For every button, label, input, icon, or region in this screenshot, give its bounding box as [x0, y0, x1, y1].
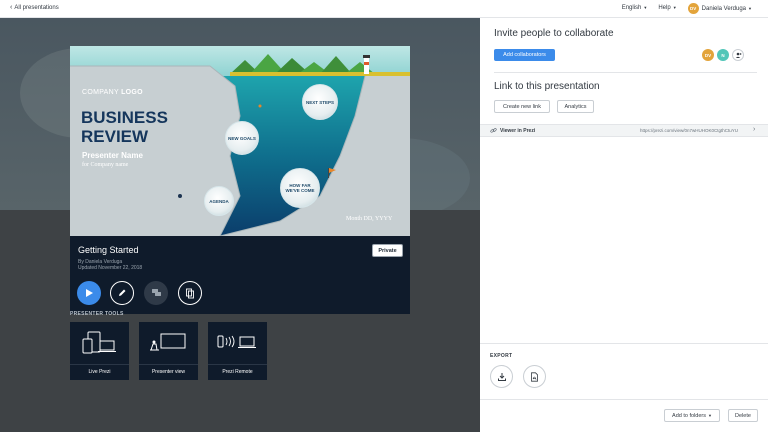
download-button[interactable]: [490, 365, 513, 388]
divider: [480, 343, 768, 344]
download-icon: [497, 372, 506, 381]
bubble-how-far-label: HOW FAR WE'VE COME: [285, 183, 314, 193]
add-to-folders-button[interactable]: Add to folders ▼: [664, 409, 720, 422]
slide-date: Month DD, YYYY: [346, 216, 393, 222]
user-avatar: DV: [687, 3, 699, 14]
presenter-view-icon: [150, 333, 186, 351]
bubble-new-goals: NEW GOALS: [225, 121, 259, 155]
pdf-icon: [531, 371, 538, 382]
presentation-updated: Updated November 22, 2018: [78, 265, 143, 271]
user-menu[interactable]: DV Daniela Verduga ▼: [687, 3, 752, 14]
presentation-title: Getting Started: [78, 245, 139, 255]
caret-down-icon: ▼: [707, 413, 712, 418]
bubble-how-far-line2: WE'VE COME: [285, 188, 315, 193]
slide-presenter-name: Presenter Name: [82, 151, 143, 160]
bubble-how-far: HOW FAR WE'VE COME: [280, 168, 320, 208]
tool-divider: [208, 364, 267, 365]
chevron-left-icon: ‹: [10, 4, 13, 11]
comments-button[interactable]: [144, 281, 168, 305]
company-logo-text: COMPANY LOGO: [82, 89, 143, 96]
link-icon: [490, 128, 497, 133]
play-icon: [86, 289, 93, 297]
bubble-next-steps: NEXT STEPS: [302, 84, 338, 120]
top-bar: ‹ All presentations English ▼ Help ▼ DV Dani…: [0, 0, 768, 18]
comments-icon: [151, 289, 161, 296]
duplicate-button[interactable]: [178, 281, 202, 305]
tool-live-prezi[interactable]: Live Prezi: [70, 322, 129, 380]
presentation-thumbnail[interactable]: COMPANY LOGO BUSINESS REVIEW Presenter Na…: [70, 46, 410, 236]
language-menu[interactable]: English ▼: [622, 5, 648, 11]
bubble-agenda: AGENDA: [204, 186, 234, 216]
add-to-folders-label: Add to folders: [672, 412, 706, 419]
presentation-area: COMPANY LOGO BUSINESS REVIEW Presenter Na…: [0, 18, 480, 432]
presentation-card: COMPANY LOGO BUSINESS REVIEW Presenter Na…: [70, 46, 410, 314]
tool-divider: [70, 364, 129, 365]
add-person-icon: [735, 52, 742, 58]
collaborator-avatars: DV N: [702, 49, 744, 61]
back-link-label: All presentations: [14, 5, 59, 11]
bubble-new-goals-label: NEW GOALS: [228, 135, 256, 141]
divider: [494, 72, 757, 73]
analytics-button[interactable]: Analytics: [557, 100, 594, 113]
slide-company-name: for Company name: [82, 162, 129, 168]
add-person-button[interactable]: [732, 49, 744, 61]
bubble-agenda-label: AGENDA: [209, 198, 229, 204]
language-label: English: [621, 5, 642, 12]
presenter-tools-title: PRESENTER TOOLS: [70, 311, 124, 317]
help-label: Help: [658, 5, 671, 12]
slide-title: BUSINESS REVIEW: [81, 108, 168, 146]
presentation-info: Getting Started By Daniela Verduga Updat…: [70, 236, 410, 314]
back-to-presentations-link[interactable]: ‹ All presentations: [10, 4, 59, 11]
tool-label: Presenter view: [151, 369, 186, 375]
tool-label: Prezi Remote: [222, 369, 253, 375]
tool-divider: [139, 364, 198, 365]
company-logo-regular: COMPANY: [82, 89, 122, 96]
privacy-button[interactable]: Private: [372, 244, 403, 257]
caret-down-icon: ▼: [748, 6, 752, 11]
slide-title-line2: REVIEW: [81, 127, 149, 146]
viewer-link-row[interactable]: Viewer in Prezi https://prezi.com/view/0…: [480, 124, 768, 137]
viewer-link-url[interactable]: https://prezi.com/view/0n7wHUHOK0CtgthCt…: [640, 128, 744, 133]
collaborator-avatar[interactable]: N: [717, 49, 729, 61]
collaborator-avatar[interactable]: DV: [702, 49, 714, 61]
share-panel: Invite people to collaborate Add collabo…: [480, 18, 768, 432]
company-logo-bold: LOGO: [121, 89, 143, 96]
link-section-title: Link to this presentation: [494, 81, 600, 92]
present-button[interactable]: [77, 281, 101, 305]
invite-title: Invite people to collaborate: [494, 28, 614, 39]
add-collaborators-button[interactable]: Add collaborators: [494, 49, 555, 61]
bubble-next-steps-label: NEXT STEPS: [305, 99, 334, 105]
help-menu[interactable]: Help ▼: [658, 5, 676, 11]
chevron-right-icon: ›: [753, 126, 756, 133]
user-name: Daniela Verduga: [701, 6, 747, 13]
export-pdf-button[interactable]: [523, 365, 546, 388]
caret-down-icon: ▼: [672, 5, 677, 11]
viewer-link-label: Viewer in Prezi: [500, 128, 536, 134]
caret-down-icon: ▼: [643, 5, 648, 11]
divider: [480, 399, 768, 400]
tool-label: Live Prezi: [88, 369, 111, 375]
tool-prezi-remote[interactable]: Prezi Remote: [208, 322, 267, 380]
create-new-link-button[interactable]: Create new link: [494, 100, 550, 113]
pencil-icon: [119, 289, 126, 296]
export-title: EXPORT: [490, 353, 513, 359]
edit-button[interactable]: [110, 281, 134, 305]
tool-presenter-view[interactable]: Presenter view: [139, 322, 198, 380]
copy-icon: [186, 288, 194, 298]
slide-title-line1: BUSINESS: [81, 108, 168, 127]
remote-icon: [217, 335, 256, 348]
delete-button[interactable]: Delete: [728, 409, 758, 422]
devices-icon: [82, 331, 116, 354]
top-right-menus: English ▼ Help ▼ DV Daniela Verduga ▼: [622, 3, 752, 14]
